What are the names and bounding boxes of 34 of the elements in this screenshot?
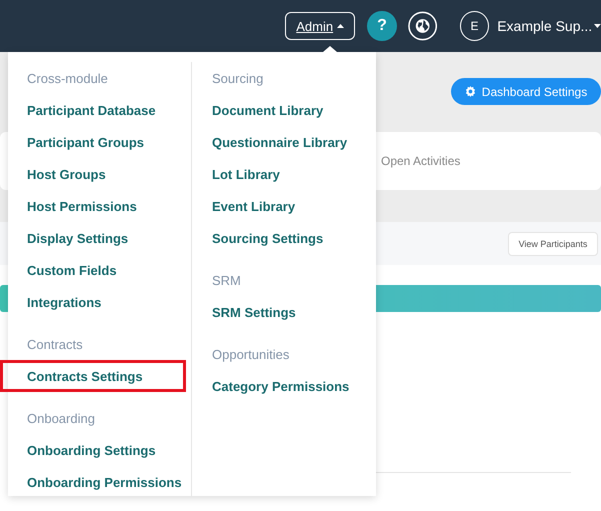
section-heading: Contracts	[27, 336, 83, 352]
caret-icon[interactable]	[594, 24, 601, 28]
section-heading: Sourcing	[212, 70, 264, 86]
view-participants-button[interactable]: View Participants	[508, 232, 598, 256]
menu-item[interactable]: SRM Settings	[192, 296, 376, 328]
admin-menu-button[interactable]: Admin	[285, 12, 356, 40]
menu-item[interactable]: Category Permissions	[192, 370, 376, 402]
gear-icon	[464, 86, 476, 97]
section-heading: SRM	[212, 272, 241, 288]
menu-item[interactable]: Onboarding Settings	[8, 434, 191, 466]
menu-item[interactable]: Document Library	[192, 94, 376, 126]
dashboard-settings-button[interactable]: Dashboard Settings	[451, 78, 601, 105]
menu-item[interactable]: Integrations	[8, 286, 191, 318]
menu-item[interactable]: Event Library	[192, 190, 376, 222]
summary-text: Open Activities	[381, 154, 460, 168]
menu-item[interactable]: Custom Fields	[8, 254, 191, 286]
user-menu[interactable]: Example Sup...	[497, 18, 592, 34]
user-avatar[interactable]: E	[460, 11, 490, 41]
section-heading: Opportunities	[212, 346, 290, 362]
menu-item[interactable]: Onboarding Permissions	[8, 466, 191, 498]
section-heading: Onboarding	[27, 410, 95, 426]
menu-item[interactable]: Participant Database	[8, 94, 191, 126]
menu-item[interactable]: Contracts Settings	[0, 360, 186, 392]
menu-item[interactable]: Host Groups	[8, 158, 191, 190]
menu-item[interactable]: Participant Groups	[8, 126, 191, 158]
globe-icon[interactable]	[408, 11, 437, 41]
caret-icon	[337, 24, 344, 28]
menu-item[interactable]: Display Settings	[8, 222, 191, 254]
menu-item[interactable]: Questionnaire Library	[192, 126, 376, 158]
menu-item[interactable]: Host Permissions	[8, 190, 191, 222]
menu-item[interactable]: Lot Library	[192, 158, 376, 190]
help-button[interactable]: ?	[367, 11, 397, 41]
menu-item[interactable]: Sourcing Settings	[192, 222, 376, 254]
section-heading: Cross-module	[27, 70, 108, 86]
